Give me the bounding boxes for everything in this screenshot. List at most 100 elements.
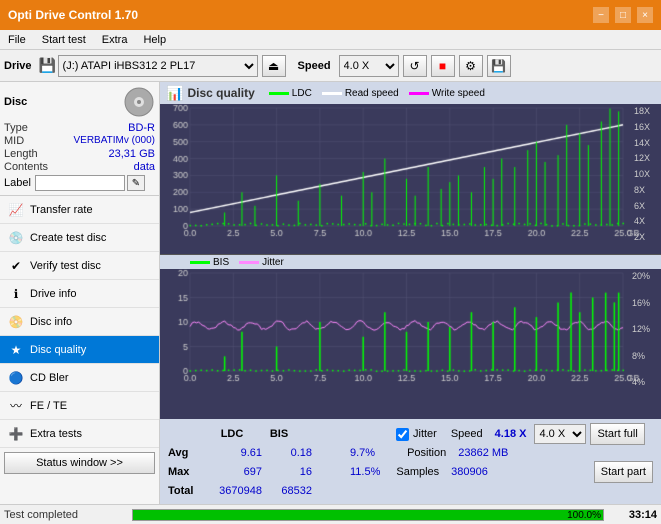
menu-file[interactable]: File	[4, 34, 30, 46]
drive-info-label: Drive info	[30, 288, 76, 300]
stop-button[interactable]: ■	[431, 55, 455, 77]
drive-icon: 💾	[40, 58, 56, 74]
legend-read-speed-color	[322, 92, 342, 95]
legend-bis: BIS	[190, 257, 229, 268]
max-label: Max	[168, 466, 206, 478]
toolbar: Drive 💾 (J:) ATAPI iHBS312 2 PL17 ⏏ Spee…	[0, 50, 661, 82]
status-window-button[interactable]: Status window >>	[4, 452, 155, 474]
close-button[interactable]: ×	[637, 7, 653, 23]
progress-percent: 100.0%	[567, 510, 601, 522]
mid-value: VERBATIMv (000)	[74, 135, 156, 147]
legend-read-speed: Read speed	[322, 88, 399, 99]
contents-value: data	[134, 161, 155, 173]
cd-bler-icon: 🔵	[8, 370, 24, 386]
total-bis: 68532	[270, 485, 312, 497]
sidebar-item-extra-tests[interactable]: ➕ Extra tests	[0, 420, 159, 448]
verify-test-disc-label: Verify test disc	[30, 260, 101, 272]
sidebar-item-create-test-disc[interactable]: 💿 Create test disc	[0, 224, 159, 252]
speed-select[interactable]: 4.0 X	[339, 55, 399, 77]
legend-jitter-label: Jitter	[262, 257, 284, 268]
progress-fill	[133, 510, 603, 520]
chart2-canvas	[160, 269, 655, 389]
total-ldc: 3670948	[214, 485, 262, 497]
stats-max-row: Max 697 16 11.5% Samples 380906 Start pa…	[168, 461, 653, 483]
menu-start-test[interactable]: Start test	[38, 34, 90, 46]
sidebar-item-cd-bler[interactable]: 🔵 CD Bler	[0, 364, 159, 392]
legend-ldc-label: LDC	[292, 88, 312, 99]
avg-ldc: 9.61	[214, 447, 262, 459]
status-window-label: Status window >>	[36, 457, 123, 469]
legend-jitter-color	[239, 261, 259, 264]
sidebar-item-disc-quality[interactable]: ★ Disc quality	[0, 336, 159, 364]
menu-bar: File Start test Extra Help	[0, 30, 661, 50]
max-ldc: 697	[214, 466, 262, 478]
speed-current-value: 4.18 X	[495, 428, 527, 440]
legend-write-speed-label: Write speed	[432, 88, 485, 99]
save-button[interactable]: 💾	[487, 55, 511, 77]
left-panel: Disc Type BD-R MID VERBATIMv (000) Leng	[0, 82, 160, 504]
legend-jitter: Jitter	[239, 257, 284, 268]
chart-header: 📊 Disc quality LDC Read speed Write spee…	[160, 82, 661, 104]
time-display: 33:14	[612, 509, 657, 521]
legend-write-speed-color	[409, 92, 429, 95]
position-label: Position	[407, 447, 446, 459]
create-test-disc-icon: 💿	[8, 230, 24, 246]
sidebar-item-verify-test-disc[interactable]: ✔ Verify test disc	[0, 252, 159, 280]
speed-stats-select[interactable]: 4.0 X	[534, 424, 586, 444]
legend-write-speed: Write speed	[409, 88, 485, 99]
label-edit-button[interactable]: ✎	[127, 175, 145, 191]
disc-quality-label: Disc quality	[30, 344, 86, 356]
maximize-button[interactable]: □	[615, 7, 631, 23]
sidebar-item-transfer-rate[interactable]: 📈 Transfer rate	[0, 196, 159, 224]
menu-help[interactable]: Help	[139, 34, 170, 46]
drive-label: Drive	[4, 60, 32, 72]
chart2-legend-bar: BIS Jitter	[160, 255, 661, 269]
disc-info-icon: 📀	[8, 314, 24, 330]
contents-label: Contents	[4, 161, 48, 173]
create-test-disc-label: Create test disc	[30, 232, 106, 244]
sidebar-item-drive-info[interactable]: ℹ Drive info	[0, 280, 159, 308]
verify-test-disc-icon: ✔	[8, 258, 24, 274]
jitter-checkbox[interactable]	[396, 428, 409, 441]
refresh-button[interactable]: ↺	[403, 55, 427, 77]
stats-bis-header: BIS	[258, 428, 300, 440]
legend-bis-color	[190, 261, 210, 264]
position-value: 23862 MB	[458, 447, 508, 459]
type-label: Type	[4, 122, 28, 134]
chart2-area: 20% 16% 12% 8% 4%	[160, 269, 661, 419]
legend-read-speed-label: Read speed	[345, 88, 399, 99]
minimize-button[interactable]: −	[593, 7, 609, 23]
avg-label: Avg	[168, 447, 206, 459]
legend-ldc: LDC	[269, 88, 312, 99]
main-content: Disc Type BD-R MID VERBATIMv (000) Leng	[0, 82, 661, 504]
window-controls: − □ ×	[593, 7, 653, 23]
label-input[interactable]	[35, 175, 125, 191]
disc-quality-icon: ★	[8, 342, 24, 358]
sidebar-item-fe-te[interactable]: 〰 FE / TE	[0, 392, 159, 420]
settings-button[interactable]: ⚙	[459, 55, 483, 77]
app-title: Opti Drive Control 1.70	[8, 8, 138, 22]
stats-bar: LDC BIS Jitter Speed 4.18 X 4.0 X Start …	[160, 419, 661, 504]
title-bar: Opti Drive Control 1.70 − □ ×	[0, 0, 661, 30]
extra-tests-icon: ➕	[8, 426, 24, 442]
start-full-button[interactable]: Start full	[590, 423, 644, 445]
eject-button[interactable]: ⏏	[262, 55, 286, 77]
length-label: Length	[4, 148, 38, 160]
mid-label: MID	[4, 135, 24, 147]
disc-section: Disc Type BD-R MID VERBATIMv (000) Leng	[0, 82, 159, 196]
transfer-rate-icon: 📈	[8, 202, 24, 218]
avg-jitter: 9.7%	[350, 447, 375, 459]
drive-select[interactable]: (J:) ATAPI iHBS312 2 PL17	[58, 55, 258, 77]
disc-section-title: Disc	[4, 96, 27, 108]
max-bis: 16	[270, 466, 312, 478]
total-label: Total	[168, 485, 206, 497]
sidebar-item-disc-info[interactable]: 📀 Disc info	[0, 308, 159, 336]
extra-tests-label: Extra tests	[30, 428, 82, 440]
start-part-button[interactable]: Start part	[594, 461, 653, 483]
speed-stats-label: Speed	[451, 428, 483, 440]
menu-extra[interactable]: Extra	[98, 34, 132, 46]
disc-icon	[123, 86, 155, 118]
stats-avg-row: Avg 9.61 0.18 9.7% Position 23862 MB	[168, 447, 653, 459]
avg-bis: 0.18	[270, 447, 312, 459]
chart1-canvas	[160, 104, 655, 244]
